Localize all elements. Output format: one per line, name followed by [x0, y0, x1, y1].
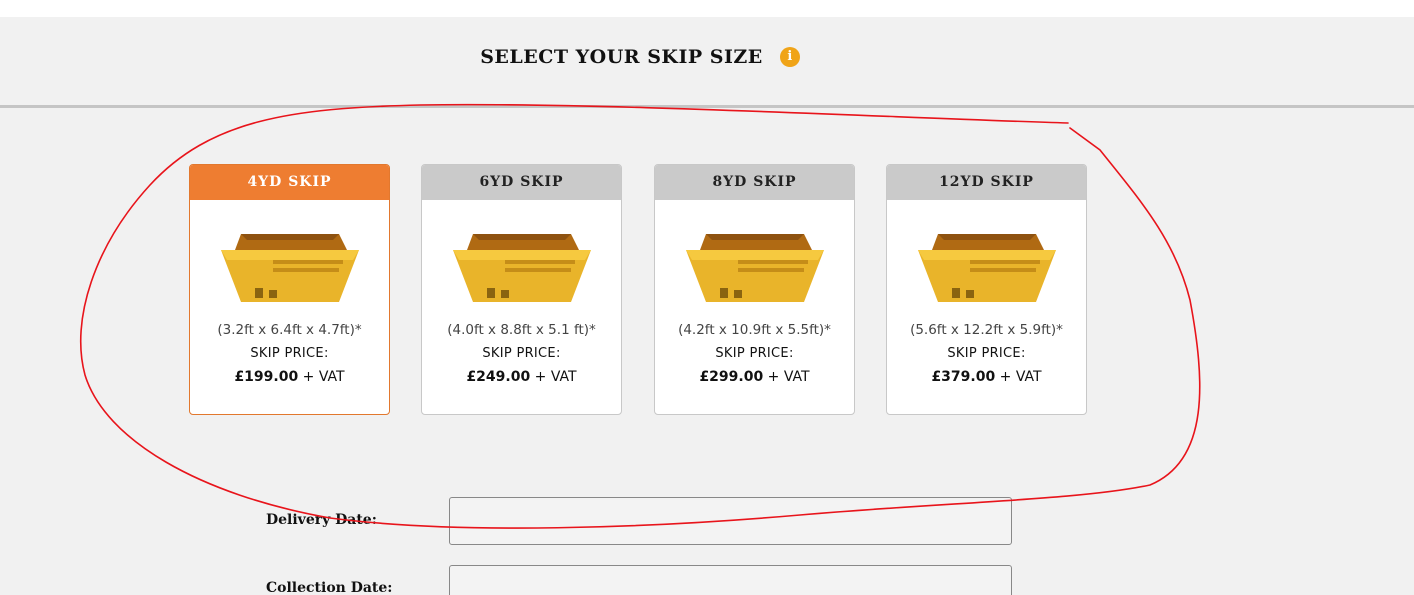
delivery-date-input[interactable]	[449, 497, 1012, 545]
skip-price-label: SKIP PRICE:	[715, 346, 794, 361]
skip-price: £249.00 + VAT	[422, 369, 621, 385]
price-vat: + VAT	[530, 369, 577, 385]
skip-card-title: 8YD SKIP	[655, 165, 854, 200]
price-vat: + VAT	[995, 369, 1042, 385]
delivery-date-label: Delivery Date:	[266, 512, 377, 528]
price-amount: £199.00	[234, 369, 299, 385]
skip-dimensions: (4.0ft x 8.8ft x 5.1 ft)*	[447, 322, 596, 338]
header-divider	[0, 105, 1414, 108]
skip-image	[220, 234, 359, 302]
price-amount: £249.00	[466, 369, 531, 385]
skip-card-title: 12YD SKIP	[887, 165, 1086, 200]
skip-image	[917, 234, 1056, 302]
price-vat: + VAT	[763, 369, 810, 385]
skip-image	[685, 234, 824, 302]
skip-dimensions: (4.2ft x 10.9ft x 5.5ft)*	[678, 322, 831, 338]
skip-image	[452, 234, 591, 302]
info-icon[interactable]: i	[779, 47, 800, 67]
page-title: SELECT YOUR SKIP SIZE	[480, 46, 763, 68]
skip-dimensions: (5.6ft x 12.2ft x 5.9ft)*	[910, 322, 1063, 338]
skip-card-title: 4YD SKIP	[190, 165, 389, 200]
skip-price-label: SKIP PRICE:	[947, 346, 1026, 361]
skip-price: £299.00 + VAT	[655, 369, 854, 385]
skip-price-label: SKIP PRICE:	[250, 346, 329, 361]
collection-date-input[interactable]	[449, 565, 1012, 595]
skip-card-8yd[interactable]: 8YD SKIP (4.2ft x 10.9ft x 5.5ft)* SKIP …	[654, 164, 855, 415]
price-amount: £379.00	[931, 369, 996, 385]
skip-card-4yd[interactable]: 4YD SKIP (3.2ft x 6.4ft x 4.7ft)* SKIP P…	[189, 164, 390, 415]
skip-price: £199.00 + VAT	[190, 369, 389, 385]
skip-dimensions: (3.2ft x 6.4ft x 4.7ft)*	[217, 322, 362, 338]
price-vat: + VAT	[298, 369, 345, 385]
skip-card-12yd[interactable]: 12YD SKIP (5.6ft x 12.2ft x 5.9ft)* SKIP…	[886, 164, 1087, 415]
collection-date-label: Collection Date:	[266, 580, 393, 595]
skip-card-title: 6YD SKIP	[422, 165, 621, 200]
section-header: SELECT YOUR SKIP SIZE i	[0, 46, 1280, 76]
skip-card-6yd[interactable]: 6YD SKIP (4.0ft x 8.8ft x 5.1 ft)* SKIP …	[421, 164, 622, 415]
skip-price-label: SKIP PRICE:	[482, 346, 561, 361]
skip-price: £379.00 + VAT	[887, 369, 1086, 385]
price-amount: £299.00	[699, 369, 764, 385]
